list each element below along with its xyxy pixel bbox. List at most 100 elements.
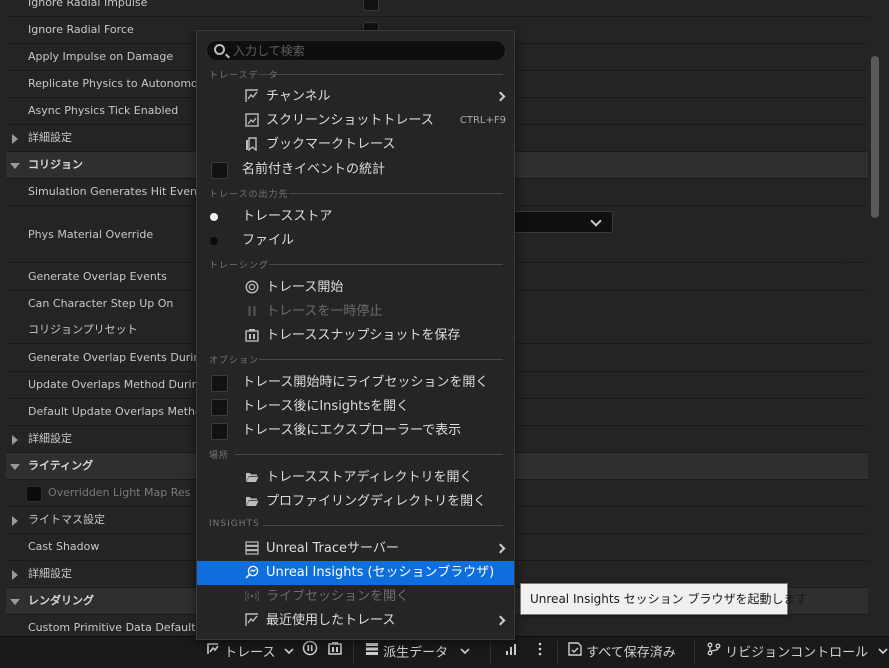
menu-item-label: トレース開始時にライブセッションを開く xyxy=(242,375,489,390)
property-checkbox[interactable] xyxy=(363,0,379,11)
menu-item-label: ライブセッションを開く xyxy=(266,589,410,604)
menu-item-label: 最近使用したトレース xyxy=(266,613,396,628)
insights-icon xyxy=(244,565,260,581)
shortcut-label: CTRL+F9 xyxy=(459,115,506,126)
option-checkbox[interactable] xyxy=(211,399,228,416)
chevron-down-icon[interactable] xyxy=(10,163,20,169)
menu-item-trace-store[interactable]: トレースストア xyxy=(197,205,514,229)
option-checkbox[interactable] xyxy=(211,423,228,440)
menu-item-open-trace-store-dir[interactable]: トレースストアディレクトリを開く xyxy=(197,466,514,490)
chevron-right-icon[interactable] xyxy=(12,134,18,144)
save-all-label: すべて保存済み xyxy=(586,645,676,661)
data-activity-button[interactable] xyxy=(505,637,519,668)
folder-open-icon xyxy=(244,494,260,510)
section-header-options: オプション xyxy=(209,356,260,366)
derived-data-button[interactable]: 派生データ xyxy=(365,637,470,668)
menu-search-box[interactable] xyxy=(206,40,506,61)
chevron-right-icon[interactable] xyxy=(12,516,18,526)
option-checkbox[interactable] xyxy=(211,375,228,392)
divider xyxy=(490,641,491,665)
chevron-right-icon[interactable] xyxy=(12,435,18,445)
branch-icon xyxy=(707,637,721,668)
pause-icon xyxy=(244,304,260,320)
chevron-right-icon xyxy=(495,615,506,626)
server-icon xyxy=(244,541,260,557)
camera-icon xyxy=(244,328,260,344)
bookmark-icon xyxy=(244,137,260,153)
chevron-down-icon xyxy=(284,637,294,668)
section-header-location: 場所 xyxy=(209,451,230,461)
property-label: Ignore Radial Impulse xyxy=(28,0,148,9)
section-divider xyxy=(289,193,503,194)
menu-item-show-in-explorer-after[interactable]: トレース後にエクスプローラーで表示 xyxy=(197,419,514,443)
override-checkbox[interactable] xyxy=(26,486,42,502)
scrollbar-thumb[interactable] xyxy=(871,56,879,218)
menu-item-label: トレースを一時停止 xyxy=(266,304,383,319)
menu-item-channels[interactable]: チャンネル xyxy=(197,85,514,109)
property-row[interactable]: Ignore Radial Impulse xyxy=(6,0,868,17)
divider xyxy=(694,641,695,665)
record-icon xyxy=(244,280,260,296)
activity-grid-icon xyxy=(505,637,519,668)
radio-unselected-icon[interactable] xyxy=(210,237,218,245)
chevron-right-icon[interactable] xyxy=(12,570,18,580)
save-all-button[interactable]: すべて保存済み xyxy=(568,637,676,668)
chevron-down-icon[interactable] xyxy=(10,599,20,605)
radio-selected-icon[interactable] xyxy=(210,213,218,221)
menu-item-open-live-session: ライブセッションを開く xyxy=(197,585,514,609)
menu-item-label: トレース後にエクスプローラーで表示 xyxy=(242,423,462,438)
section-divider xyxy=(263,525,503,526)
camera-icon xyxy=(327,637,343,668)
menu-item-label: トレースストアディレクトリを開く xyxy=(266,470,473,485)
revision-control-button[interactable]: リビジョンコントロール xyxy=(707,637,888,668)
menu-item-open-live-session-on-start[interactable]: トレース開始時にライブセッションを開く xyxy=(197,371,514,395)
trace-status-icon-button[interactable] xyxy=(302,637,318,668)
revision-control-label: リビジョンコントロール xyxy=(725,645,869,661)
menu-item-label: プロファイリングディレクトリを開く xyxy=(266,494,487,509)
trace-menu-button[interactable]: トレース xyxy=(206,637,294,668)
menu-item-named-event-stats[interactable]: 名前付きイベントの統計 xyxy=(197,158,514,182)
search-input[interactable] xyxy=(233,42,493,60)
more-options-button[interactable] xyxy=(537,637,543,668)
menu-item-label: トレーススナップショットを保存 xyxy=(266,328,461,343)
menu-item-bookmark-trace[interactable]: ブックマークトレース xyxy=(197,133,514,157)
record-icon xyxy=(302,637,318,668)
save-check-icon xyxy=(568,637,582,668)
menu-item-label: スクリーンショットトレース xyxy=(266,113,434,128)
screenshot-icon xyxy=(244,113,260,129)
snapshot-button[interactable] xyxy=(327,637,343,668)
section-header-tracing: トレーシング xyxy=(209,261,269,271)
divider xyxy=(353,641,354,665)
trace-dropdown-menu: トレースデータ チャンネル スクリーンショットトレース CTRL+F9 ブックマ… xyxy=(196,30,515,640)
chevron-down-icon[interactable] xyxy=(10,464,20,470)
menu-item-open-insights-after[interactable]: トレース後にInsightsを開く xyxy=(197,395,514,419)
section-header-trace-output: トレースの出力先 xyxy=(209,190,289,200)
menu-item-recent-traces[interactable]: 最近使用したトレース xyxy=(197,609,514,633)
menu-item-screenshot-trace[interactable]: スクリーンショットトレース CTRL+F9 xyxy=(197,109,514,133)
broadcast-icon xyxy=(244,589,260,605)
menu-item-label: Unreal Traceサーバー xyxy=(266,541,399,556)
channels-icon xyxy=(244,89,260,105)
phys-material-dropdown[interactable] xyxy=(508,211,613,233)
section-header-insights: INSIGHTS xyxy=(209,519,260,529)
menu-item-label: ブックマークトレース xyxy=(266,137,396,152)
menu-item-file[interactable]: ファイル xyxy=(197,229,514,253)
chevron-right-icon xyxy=(495,543,506,554)
trace-label: トレース xyxy=(224,645,276,661)
menu-item-label: 名前付きイベントの統計 xyxy=(242,162,386,177)
menu-item-label: トレース後にInsightsを開く xyxy=(242,399,410,414)
menu-item-label: トレース開始 xyxy=(266,280,344,295)
menu-item-save-snapshot[interactable]: トレーススナップショットを保存 xyxy=(197,324,514,348)
menu-item-label: ファイル xyxy=(242,233,295,248)
menu-item-unreal-insights-browser[interactable]: Unreal Insights (セッションブラウザ) xyxy=(197,561,514,585)
status-bar: トレース 派生データ すべて保存済み リビジョンコントロール xyxy=(0,636,889,668)
menu-item-label: Unreal Insights (セッションブラウザ) xyxy=(266,565,495,580)
menu-item-open-profiling-dir[interactable]: プロファイリングディレクトリを開く xyxy=(197,490,514,514)
folder-open-icon xyxy=(244,470,260,486)
menu-item-start-trace[interactable]: トレース開始 xyxy=(197,276,514,300)
database-icon xyxy=(365,637,379,668)
menu-item-pause-trace: トレースを一時停止 xyxy=(197,300,514,324)
menu-item-unreal-trace-server[interactable]: Unreal Traceサーバー xyxy=(197,537,514,561)
named-event-stats-checkbox[interactable] xyxy=(211,162,228,179)
derived-data-label: 派生データ xyxy=(383,645,449,661)
